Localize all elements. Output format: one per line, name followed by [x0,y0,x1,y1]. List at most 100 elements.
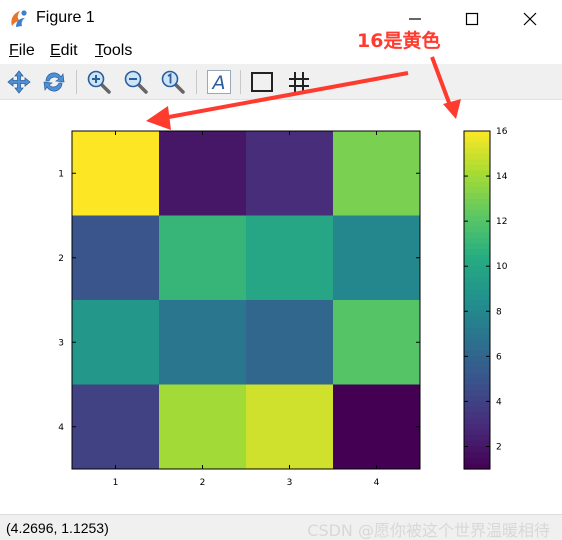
colorbar-segment [464,345,490,352]
colorbar-segment [464,378,490,386]
colorbar-tick-label: 4 [496,397,502,407]
colorbar-segment [464,136,490,143]
heatmap-cell-r1-c3 [246,131,334,216]
colorbar-segment [464,277,490,284]
heatmap-cell-r2-c2 [159,215,247,301]
y-tick-label: 4 [58,423,64,433]
axes-box-button[interactable] [248,68,276,96]
heatmap-cell-r4-c2 [159,384,247,470]
colorbar-segment [464,429,490,436]
rotate-button[interactable] [40,68,68,96]
menu-edit[interactable]: Edit [50,42,78,60]
colorbar-segment [464,249,490,256]
heatmap-cell-r3-c3 [246,300,334,385]
y-tick-label: 3 [58,338,64,348]
colorbar-segment [464,435,490,442]
heatmap-cells [72,131,421,470]
grid-icon [289,72,309,92]
colorbar-segment [464,316,490,324]
menu-tools[interactable]: Tools [95,42,132,60]
pan-button[interactable] [5,68,33,96]
colorbar-segment [464,142,490,149]
colorbar-segment [464,221,490,228]
colorbar-tick-label: 6 [496,352,502,362]
colorbar-segment [464,412,490,419]
colorbar-segment [464,204,490,211]
colorbar-segment [464,159,490,166]
colorbar-segment [464,373,490,380]
maximize-button[interactable] [457,5,487,33]
heatmap-cell-r2-c1 [72,215,160,301]
grid-button[interactable] [285,68,313,96]
colorbar-segment [464,238,490,245]
colorbar-segment [464,164,490,172]
colorbar-segment [464,367,490,374]
colorbar-segment [464,187,490,194]
colorbar-tick-label: 16 [496,127,508,137]
y-tick-label: 2 [58,254,64,264]
colorbar-segment [464,283,490,290]
zoom-in-button[interactable] [85,68,113,96]
zoom-in-icon [87,70,111,94]
close-button[interactable] [515,5,545,33]
colorbar-segment [464,407,490,414]
heatmap-cell-r3-c1 [72,300,160,385]
menu-edit-accel: E [50,42,61,59]
colorbar-tick-label: 2 [496,442,502,452]
colorbar-segment [464,243,490,250]
colorbar-segment [464,198,490,205]
x-tick-label: 3 [287,478,293,488]
figure-canvas[interactable]: 12341234 2 4 6 8 10 12 14 16 [0,101,562,514]
pan-icon [7,70,31,94]
heatmap-cell-r4-c4 [333,384,421,470]
zoom-out-button[interactable] [122,68,150,96]
colorbar-segment [464,384,490,391]
colorbar-tick-label: 14 [496,172,508,182]
colorbar-tick-label: 8 [496,307,502,317]
x-tick-label: 2 [200,478,206,488]
colorbar-segment [464,311,490,318]
rotate-icon [43,72,65,92]
menu-bar: File Edit Tools [0,40,562,62]
colorbar-segment [464,418,490,425]
colorbar-segment [464,322,490,329]
heatmap-cell-r1-c4 [333,131,421,216]
colorbar-segment [464,176,490,183]
colorbar-segment [464,209,490,217]
x-tick-label: 4 [374,478,380,488]
colorbar-segment [464,361,490,369]
x-tick-label: 1 [113,478,119,488]
zoom-reset-button[interactable] [159,68,187,96]
heatmap-cell-r1-c1 [72,131,160,216]
colorbar-segment [464,339,490,346]
colorbar-segment [464,452,490,459]
colorbar-segment [464,271,490,279]
menu-tools-accel: T [95,42,103,59]
colorbar: 2 4 6 8 10 12 14 16 [463,127,508,470]
menu-file[interactable]: File [9,42,35,60]
heatmap-plot: 1 2 3 41234 246810121416 [58,127,508,488]
colorbar-segment [464,294,490,301]
menu-edit-label: dit [60,42,78,59]
title-bar: Figure 1 [0,0,562,38]
heatmap-cell-r2-c4 [333,215,421,301]
colorbar-segment [464,457,490,464]
status-bar: (4.2696, 1.1253) CSDN @愿你被这个世界温暖相待 [0,514,562,540]
colorbar-segment [464,266,490,273]
colorbar-segment [464,446,490,453]
heatmap-cell-r4-c3 [246,384,334,470]
zoom-out-icon [124,70,148,94]
colorbar-segment [464,181,490,188]
y-tick-label: 1 [58,169,64,179]
colorbar-segment [464,192,490,200]
colorbar-segment [464,153,490,160]
octave-app-icon [11,10,27,27]
colorbar-segment [464,254,490,262]
window-title: Figure 1 [36,9,95,26]
toolbar-separator [196,70,197,94]
toolbar-separator [240,70,241,94]
colorbar-segment [464,328,490,335]
colorbar-segment [464,333,490,341]
text-annotation-button[interactable]: A [205,68,233,96]
zoom-reset-icon [161,70,185,94]
